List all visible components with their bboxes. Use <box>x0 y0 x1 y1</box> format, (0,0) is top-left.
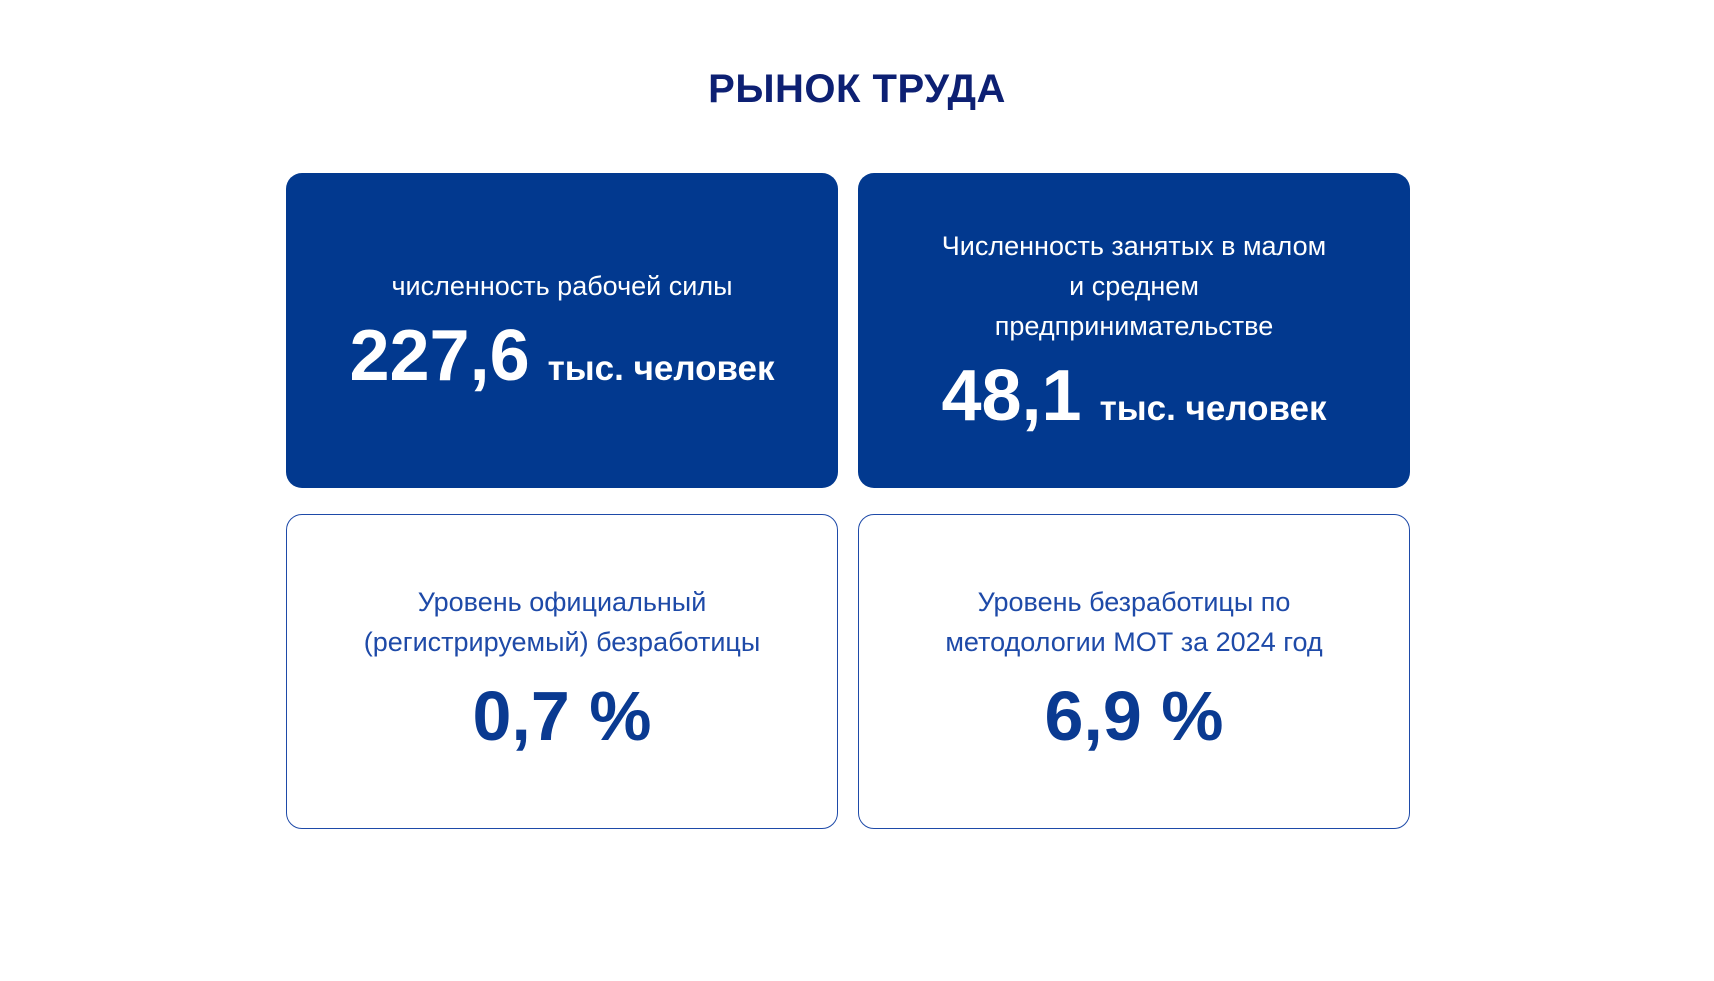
labor-force-value-row: 227,6 тыс. человек <box>349 316 774 396</box>
sme-employment-label-line-3: предпринимательстве <box>994 310 1274 341</box>
sme-employment-label-line-1: Численность занятых в малом <box>941 230 1327 261</box>
registered-unemployment-value: 0,7 % <box>472 676 652 755</box>
labor-force-value: 227,6 <box>349 315 530 396</box>
sme-employment-card: Численность занятых в малом и среднем пр… <box>858 173 1410 488</box>
page-title: РЫНОК ТРУДА <box>708 67 1006 111</box>
registered-unemployment-card: Уровень официальный (регистрируемый) без… <box>286 514 838 829</box>
ilo-unemployment-card: Уровень безработицы по методологии МОТ з… <box>858 514 1410 829</box>
registered-unemployment-label-line-1: Уровень официальный <box>417 586 707 617</box>
sme-employment-value-row: 48,1 тыс. человек <box>941 356 1326 436</box>
registered-unemployment-label-line-2: (регистрируемый) безработицы <box>363 626 761 657</box>
ilo-unemployment-label-line-2: методологии МОТ за 2024 год <box>945 626 1323 657</box>
labor-force-label: численность рабочей силы <box>391 270 733 301</box>
labor-force-card: численность рабочей силы 227,6 тыс. чело… <box>286 173 838 488</box>
ilo-unemployment-label-line-1: Уровень безработицы по <box>977 586 1291 617</box>
sme-employment-unit: тыс. человек <box>1099 388 1327 428</box>
ilo-unemployment-value: 6,9 % <box>1044 676 1224 755</box>
labor-force-unit: тыс. человек <box>547 348 775 388</box>
sme-employment-label-line-2: и среднем <box>1069 270 1199 301</box>
sme-employment-value: 48,1 <box>941 355 1082 436</box>
